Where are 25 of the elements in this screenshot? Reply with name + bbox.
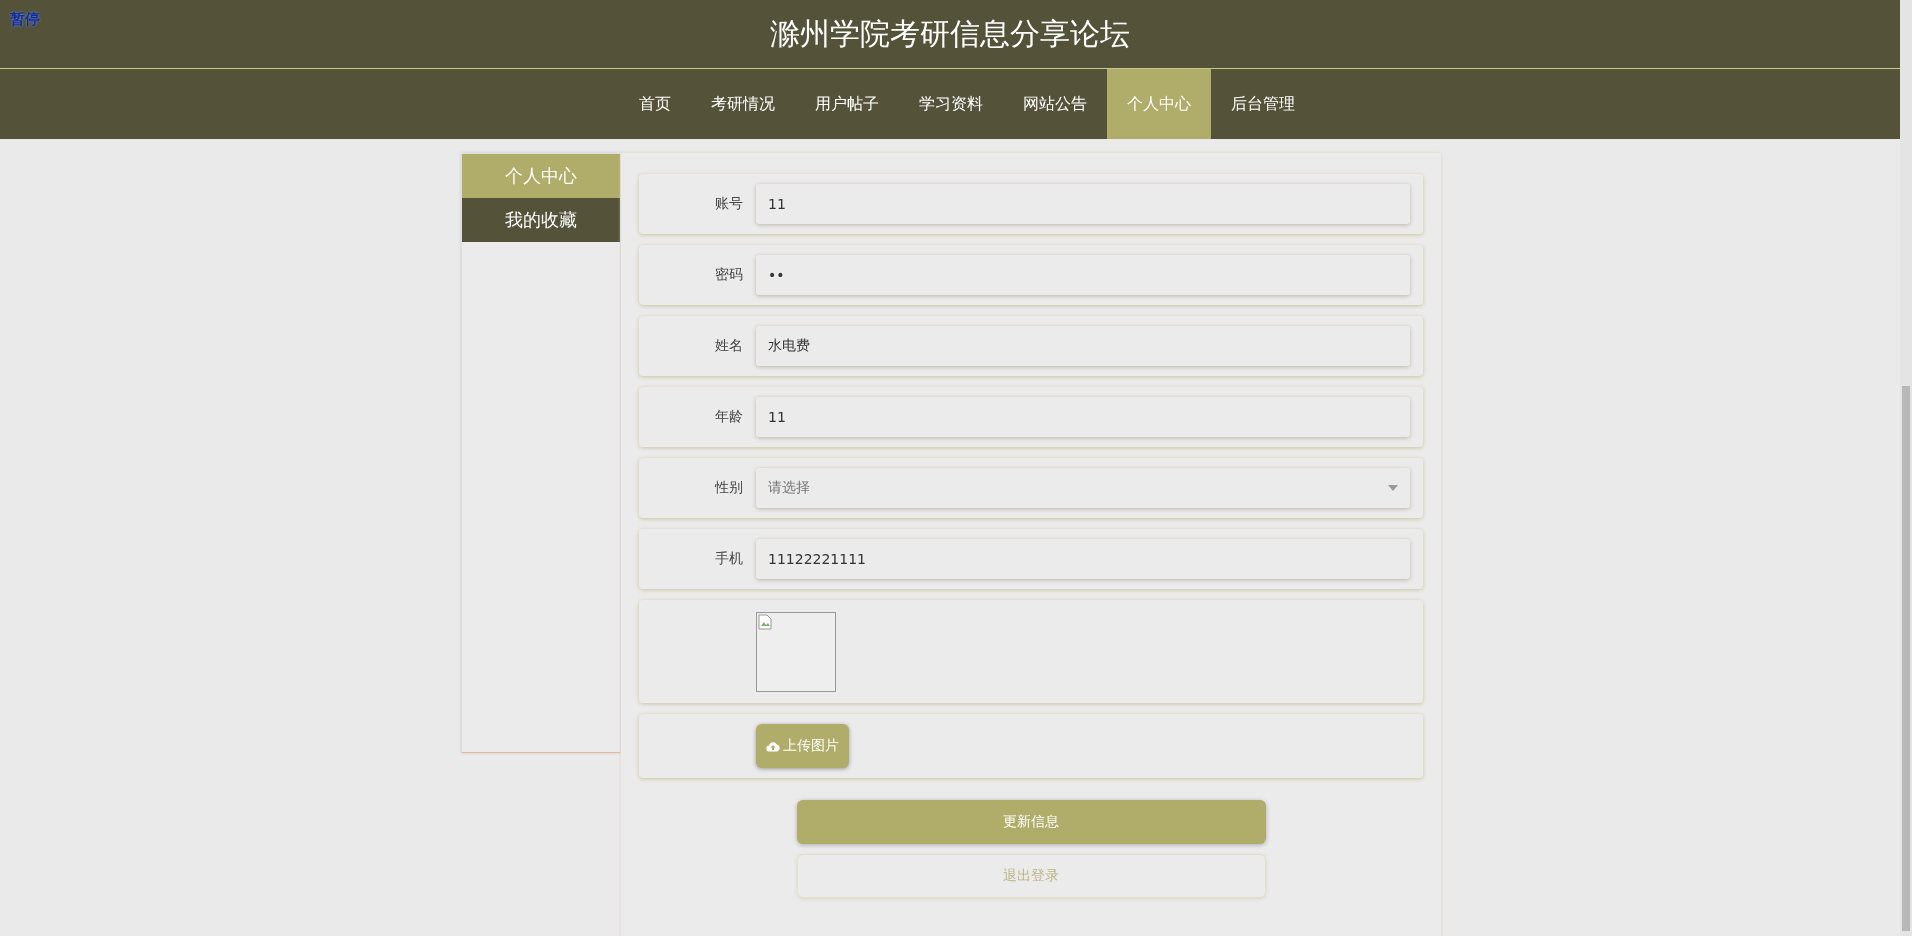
nav-tab[interactable]: 考研情况 [691,69,795,139]
nav-tab[interactable]: 网站公告 [1003,69,1107,139]
site-title: 滁州学院考研信息分享论坛 [770,14,1130,53]
nav-tab[interactable]: 用户帖子 [795,69,899,139]
select-field[interactable]: 请选择 [756,468,1410,508]
input-field[interactable]: 11 [756,397,1410,437]
input-field[interactable]: 11 [756,184,1410,224]
nav-tab[interactable]: 首页 [619,69,691,139]
pause-label: 暂停 [10,10,40,29]
field-label: 姓名 [714,337,743,355]
cloud-upload-icon [766,740,780,752]
input-field[interactable]: 11122221111 [756,539,1410,579]
sidebar-item[interactable]: 我的收藏 [462,198,620,242]
input-field[interactable]: •• [756,255,1410,295]
nav-tab[interactable]: 后台管理 [1211,69,1315,139]
field-label: 密码 [714,266,743,284]
field-label: 手机 [714,550,743,568]
scroll-thumb[interactable] [1902,386,1910,931]
nav-tab[interactable]: 学习资料 [899,69,1003,139]
field-label: 年龄 [714,408,743,426]
field-label: 账号 [714,195,743,213]
caret-icon [1388,485,1398,491]
input-field[interactable]: 水电费 [756,326,1410,366]
scrollbar[interactable] [1900,0,1912,936]
field-label: 性别 [713,479,743,497]
